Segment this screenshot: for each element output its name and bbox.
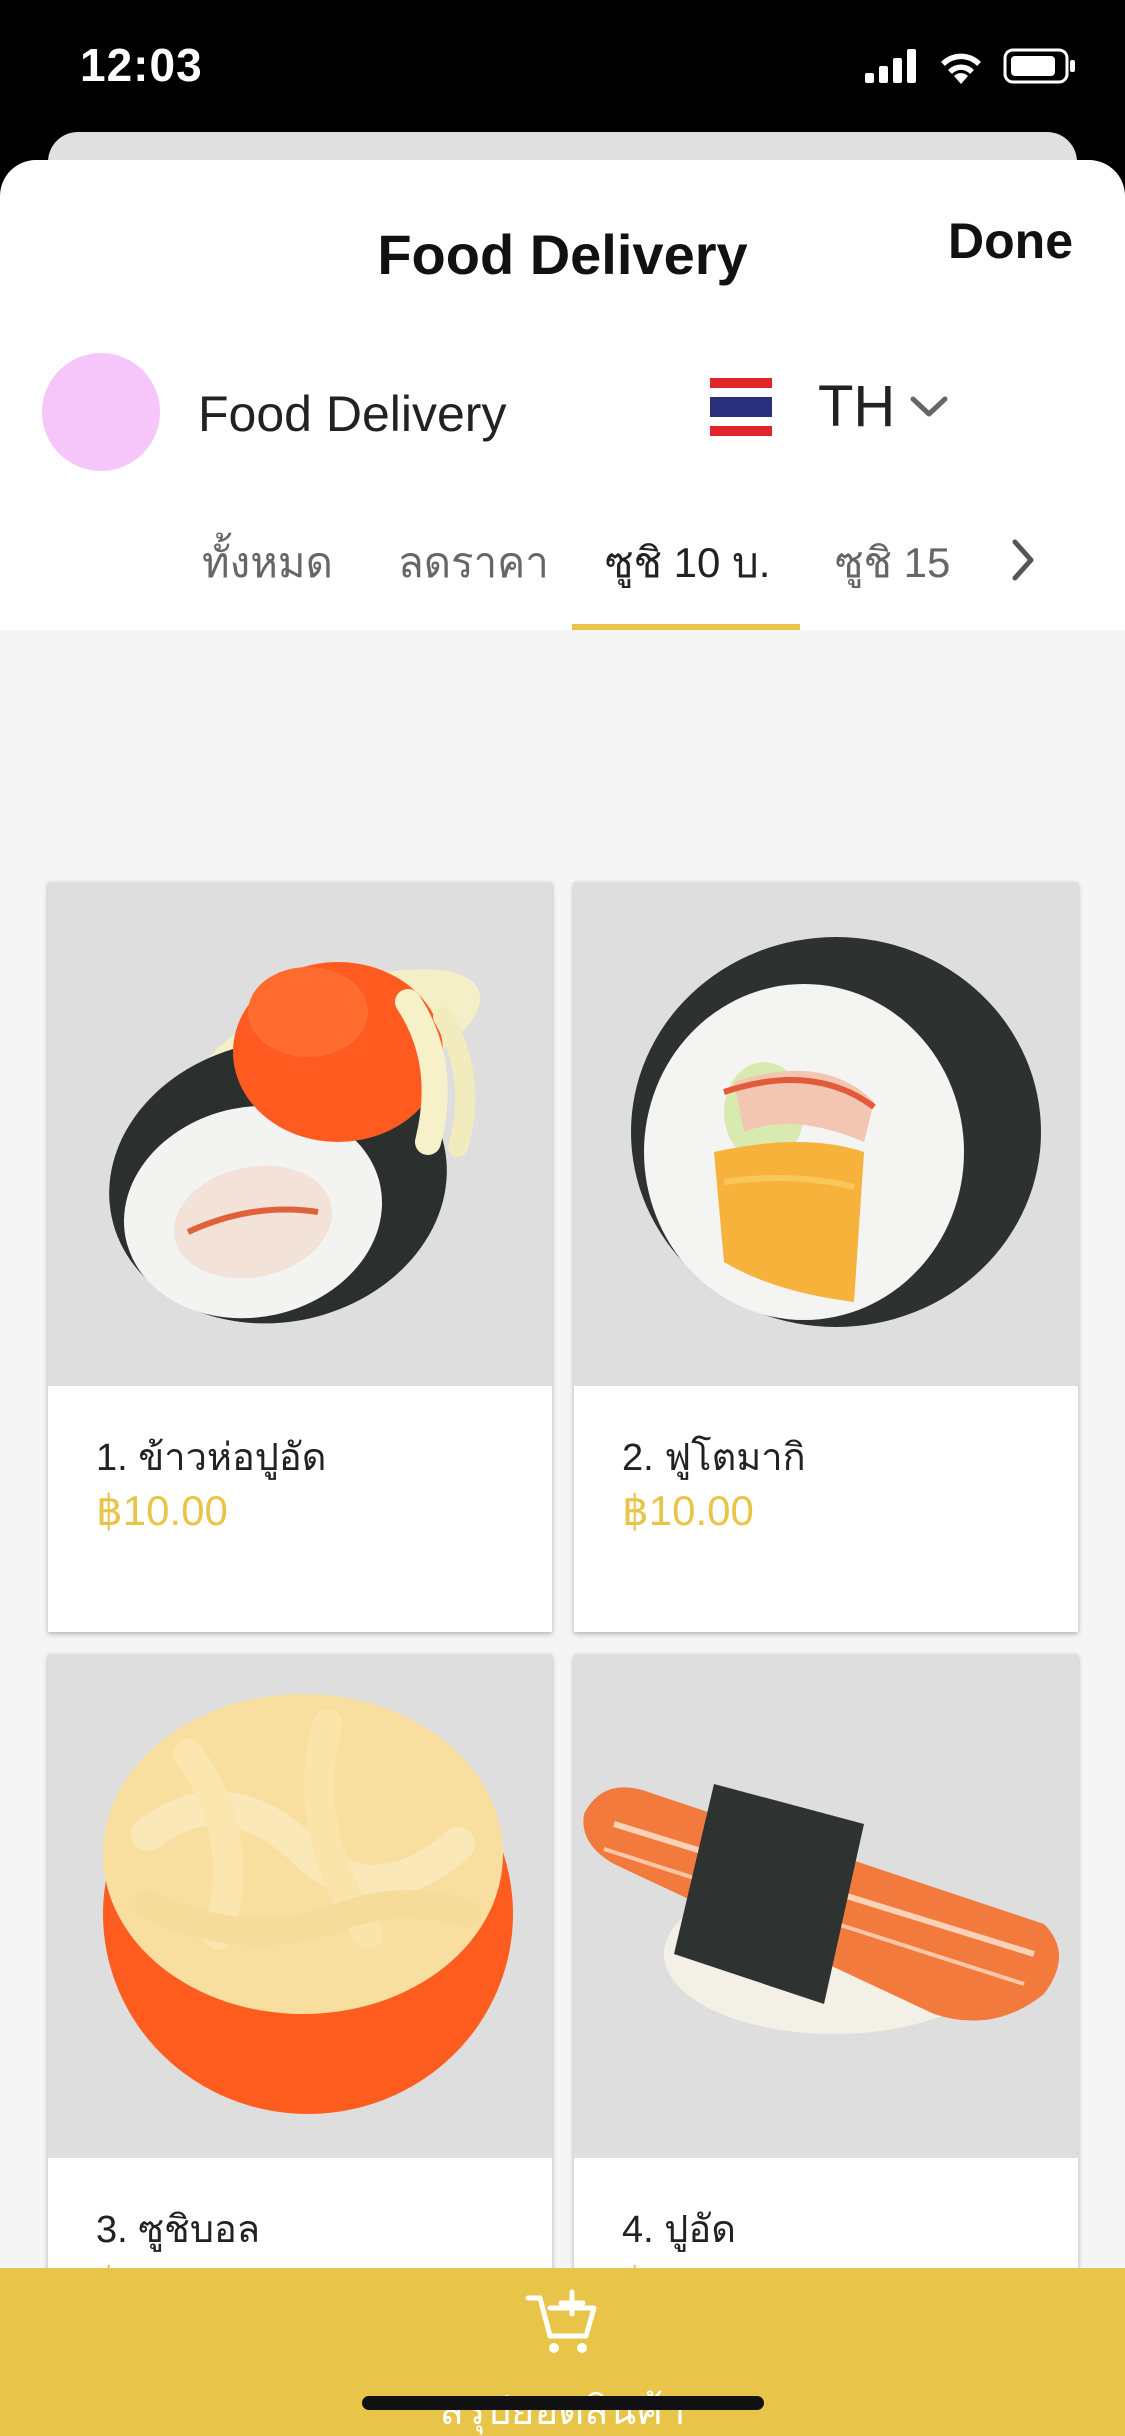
product-name: 2. ฟูโตมากิ — [622, 1437, 806, 1479]
done-button[interactable]: Done — [948, 212, 1073, 270]
battery-icon — [1003, 48, 1075, 84]
product-name: 1. ข้าวห่อปูอัด — [96, 1437, 327, 1479]
product-card[interactable]: 2. ฟูโตมากิ ฿10.00 — [574, 882, 1078, 1632]
product-name: 4. ปูอัด — [622, 2209, 736, 2251]
product-image — [48, 882, 552, 1386]
cellular-signal-icon — [865, 49, 916, 83]
product-card[interactable]: 1. ข้าวห่อปูอัด ฿10.00 — [48, 882, 552, 1632]
language-selector[interactable]: TH — [710, 373, 949, 440]
chevron-down-icon — [910, 396, 948, 416]
tab-sushi-15[interactable]: ซูชิ 15 บ. — [835, 530, 960, 596]
product-grid: 1. ข้าวห่อปูอัด ฿10.00 2. ฟูโตมากิ ฿10.0… — [0, 630, 1125, 2436]
add-to-cart-icon — [525, 2289, 597, 2353]
status-bar: 12:03 — [0, 0, 1125, 150]
wifi-icon — [941, 53, 981, 84]
sushi-roll-image — [109, 962, 481, 1324]
chevron-right-icon[interactable] — [998, 530, 1048, 590]
status-icons — [865, 48, 1077, 84]
thailand-flag-icon — [710, 377, 772, 436]
product-name: 3. ซูชิบอล — [96, 2209, 261, 2251]
category-tabs: ทั้งหมด ลดราคา ซูชิ 10 บ. ซูชิ 15 บ. — [0, 500, 1125, 630]
shop-avatar — [42, 353, 160, 471]
sushi-ball-image — [103, 1694, 513, 2114]
tab-all[interactable]: ทั้งหมด — [202, 530, 333, 596]
status-time: 12:03 — [80, 39, 203, 91]
language-code: TH — [818, 374, 896, 439]
product-image — [574, 1654, 1078, 2158]
product-price: ฿10.00 — [96, 1487, 228, 1534]
cart-summary-button[interactable]: สรุปยอดสินค้า — [0, 2268, 1125, 2436]
futomaki-image — [631, 937, 1041, 1327]
tab-discount[interactable]: ลดราคา — [398, 530, 549, 596]
tab-sushi-10[interactable]: ซูชิ 10 บ. — [605, 530, 770, 596]
tab-sushi-15-clip: ซูชิ 15 บ. — [830, 500, 960, 620]
crab-stick-nigiri-image — [583, 1784, 1059, 2034]
shop-header: Food Delivery TH — [0, 345, 1125, 485]
home-indicator — [362, 2396, 764, 2410]
product-image — [48, 1654, 552, 2158]
product-image — [574, 882, 1078, 1386]
shop-name: Food Delivery — [198, 386, 507, 442]
modal-sheet: Food Delivery Done Food Delivery TH ทั้ง… — [0, 160, 1125, 2436]
product-price: ฿10.00 — [622, 1487, 754, 1534]
